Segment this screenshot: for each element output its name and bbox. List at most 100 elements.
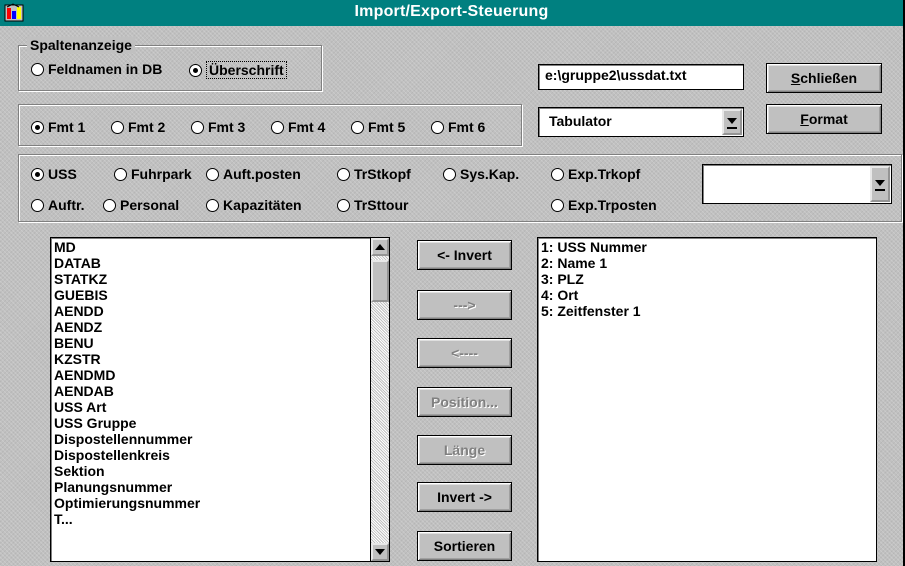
list-item[interactable]: BENU (54, 335, 389, 351)
invert-left-button[interactable]: <- Invert (417, 240, 512, 270)
radio-circle (431, 120, 444, 134)
format-button[interactable]: Format (766, 104, 882, 134)
sort-button[interactable]: Sortieren (417, 531, 512, 561)
selected-fields-list[interactable]: 1: USS Nummer 2: Name 1 3: PLZ 4: Ort 5: Zei… (537, 237, 877, 562)
scroll-thumb[interactable] (371, 260, 389, 302)
radio-fmt-4[interactable]: Fmt 4 (271, 119, 325, 135)
radio-label: Fmt 3 (208, 119, 246, 135)
list-item[interactable]: KZSTR (54, 351, 389, 367)
radio-circle (111, 120, 124, 134)
radio-circle (337, 167, 350, 181)
table-select-group: USS Fuhrpark Auft.posten TrStkopf Sys.Ka… (18, 154, 902, 222)
radio-circle (31, 120, 44, 134)
radio-fmt-2[interactable]: Fmt 2 (111, 119, 165, 135)
radio-label: TrSttour (354, 197, 409, 213)
radio-auft-posten[interactable]: Auft.posten (206, 166, 301, 182)
list-item[interactable]: USS Gruppe (54, 415, 389, 431)
radio-ueberschrift[interactable]: Überschrift (189, 61, 287, 79)
scroll-up-button[interactable] (371, 238, 389, 256)
list-item[interactable]: Sektion (54, 463, 389, 479)
list-item[interactable]: USS Art (54, 399, 389, 415)
radio-circle (189, 63, 202, 77)
radio-circle (551, 198, 564, 212)
spaltenanzeige-label: Spaltenanzeige (27, 37, 135, 53)
selected-fields-items: 1: USS Nummer 2: Name 1 3: PLZ 4: Ort 5: Zei… (538, 238, 876, 319)
list-item[interactable]: MD (54, 239, 389, 255)
radio-label: Kapazitäten (223, 197, 302, 213)
list-item[interactable]: STATKZ (54, 271, 389, 287)
radio-circle (443, 167, 456, 181)
radio-circle (103, 198, 116, 212)
window-title: Import/Export-Steuerung (354, 3, 549, 20)
length-button[interactable]: Länge (417, 435, 512, 465)
radio-fmt-1[interactable]: Fmt 1 (31, 119, 85, 135)
radio-circle (114, 167, 127, 181)
radio-exp-trkopf[interactable]: Exp.Trkopf (551, 166, 640, 182)
invert-right-button[interactable]: Invert -> (417, 482, 512, 512)
import-export-window: Import/Export-Steuerung Spaltenanzeige F… (0, 0, 905, 566)
radio-label: Auftr. (48, 197, 85, 213)
list-item[interactable]: DATAB (54, 255, 389, 271)
radio-trstkopf[interactable]: TrStkopf (337, 166, 411, 182)
radio-label: Fuhrpark (131, 166, 192, 182)
move-left-button[interactable]: <---- (417, 338, 512, 368)
list-item[interactable]: Optimierungsnummer (54, 495, 389, 511)
radio-uss[interactable]: USS (31, 166, 77, 182)
radio-circle (31, 198, 44, 212)
radio-label: Überschrift (206, 61, 287, 79)
scroll-down-button[interactable] (371, 543, 389, 561)
table-extra-dropdown-button[interactable] (870, 166, 890, 202)
radio-circle (271, 120, 284, 134)
radio-label: USS (48, 166, 77, 182)
radio-auftr[interactable]: Auftr. (31, 197, 85, 213)
table-extra-select[interactable] (702, 164, 892, 204)
radio-label: Fmt 4 (288, 119, 326, 135)
list-item[interactable]: AENDMD (54, 367, 389, 383)
list-item[interactable]: GUEBIS (54, 287, 389, 303)
position-button[interactable]: Position... (417, 387, 512, 417)
radio-label: Exp.Trkopf (568, 166, 641, 182)
separator-dropdown-button[interactable] (722, 109, 742, 135)
radio-label: Fmt 5 (368, 119, 406, 135)
radio-circle (206, 167, 219, 181)
available-fields-items: MD DATAB STATKZ GUEBIS AENDD AENDZ BENU KZSTR AE… (51, 238, 389, 527)
title-bar[interactable]: Import/Export-Steuerung (0, 0, 903, 26)
format-button-label: Format (800, 111, 848, 127)
radio-circle (351, 120, 364, 134)
list-item[interactable]: 4: Ort (541, 287, 876, 303)
list-item[interactable]: 5: Zeitfenster 1 (541, 303, 876, 319)
separator-select[interactable]: Tabulator (538, 107, 744, 137)
chevron-down-icon (727, 118, 737, 124)
radio-fuhrpark[interactable]: Fuhrpark (114, 166, 192, 182)
list-item[interactable]: AENDD (54, 303, 389, 319)
radio-fmt-6[interactable]: Fmt 6 (431, 119, 485, 135)
radio-trsttour[interactable]: TrSttour (337, 197, 408, 213)
list-item[interactable]: AENDAB (54, 383, 389, 399)
arrow-down-icon (375, 549, 385, 555)
radio-label: Sys.Kap. (460, 166, 520, 182)
list-item[interactable]: 1: USS Nummer (541, 239, 876, 255)
close-button-label: Schließen (790, 70, 858, 86)
list-item[interactable]: Dispostellenkreis (54, 447, 389, 463)
list-item[interactable]: Planungsnummer (54, 479, 389, 495)
radio-circle (206, 198, 219, 212)
list-item[interactable]: AENDZ (54, 319, 389, 335)
radio-personal[interactable]: Personal (103, 197, 179, 213)
radio-sys-kap[interactable]: Sys.Kap. (443, 166, 519, 182)
list-item[interactable]: 2: Name 1 (541, 255, 876, 271)
available-fields-scrollbar[interactable] (370, 238, 389, 561)
radio-label: Fmt 6 (448, 119, 486, 135)
radio-kapazitaeten[interactable]: Kapazitäten (206, 197, 302, 213)
available-fields-list[interactable]: MD DATAB STATKZ GUEBIS AENDD AENDZ BENU KZSTR AE… (50, 237, 390, 562)
radio-label: Personal (120, 197, 180, 213)
radio-fmt-5[interactable]: Fmt 5 (351, 119, 405, 135)
list-item[interactable]: 3: PLZ (541, 271, 876, 287)
move-right-button[interactable]: ---> (417, 290, 512, 320)
radio-exp-trposten[interactable]: Exp.Trposten (551, 197, 657, 213)
list-item[interactable]: T... (54, 511, 389, 527)
file-path-input[interactable]: e:\gruppe2\ussdat.txt (538, 64, 744, 90)
radio-fmt-3[interactable]: Fmt 3 (191, 119, 245, 135)
close-button[interactable]: Schließen (766, 63, 882, 93)
radio-feldnamen-in-db[interactable]: Feldnamen in DB (31, 61, 162, 77)
list-item[interactable]: Dispostellennummer (54, 431, 389, 447)
